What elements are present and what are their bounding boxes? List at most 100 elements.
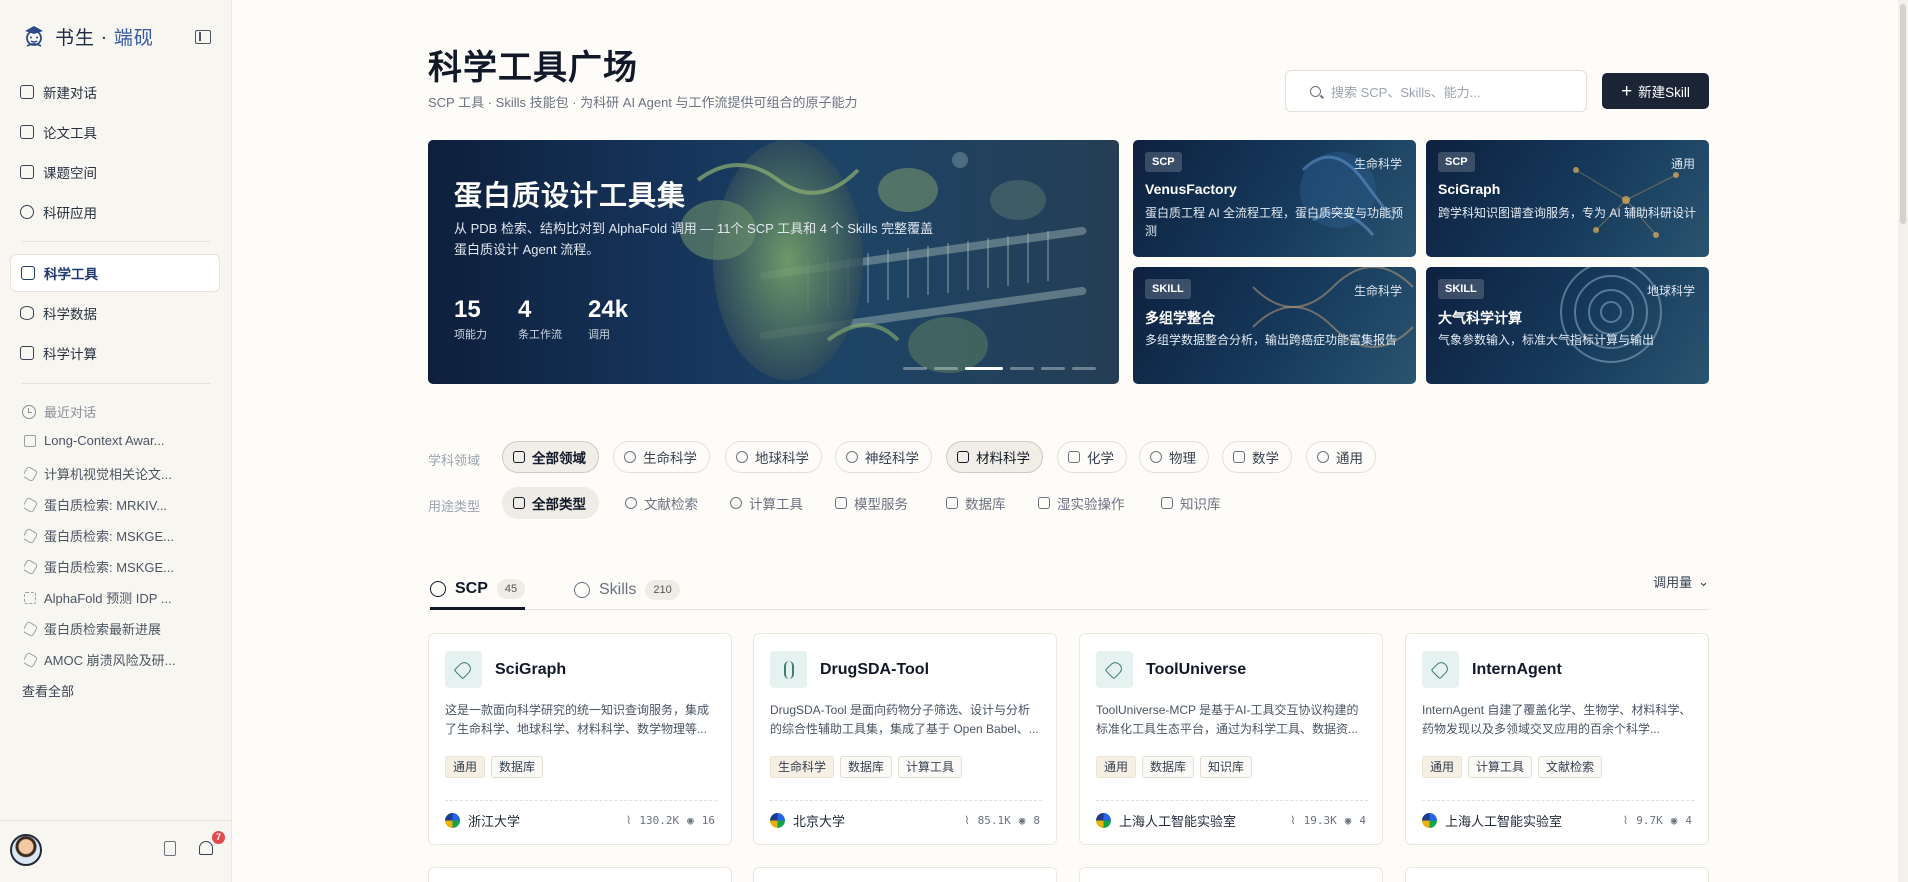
- book-icon: [1161, 497, 1173, 509]
- carousel-dot-active[interactable]: [965, 367, 1003, 370]
- tab-skills[interactable]: Skills 210: [574, 570, 680, 610]
- filter-type-literature[interactable]: 文献检索: [614, 487, 711, 519]
- plus-icon: +: [1621, 80, 1633, 102]
- nav-science-data[interactable]: 科学数据: [10, 294, 220, 332]
- recent-item[interactable]: Long-Context Awar...: [24, 433, 224, 448]
- sidebar: 书生 · 端砚 新建对话 论文工具 课题空间 科研应用 科学工具 科学数据 科学…: [0, 0, 232, 882]
- dna-icon: [624, 451, 636, 463]
- recent-item[interactable]: AMOC 崩溃风险及研...: [24, 650, 224, 669]
- filter-type-all[interactable]: 全部类型: [502, 487, 599, 519]
- recent-item[interactable]: AlphaFold 预测 IDP ...: [24, 588, 224, 607]
- wrench-icon: [574, 582, 590, 598]
- tool-card[interactable]: SciGraph 这是一款面向科学研究的统一知识查询服务，集成了生命科学、地球科…: [428, 633, 732, 845]
- carousel-dot[interactable]: [1010, 367, 1034, 370]
- document-icon[interactable]: [164, 841, 176, 856]
- tool-card-partial[interactable]: [428, 867, 732, 882]
- recent-item[interactable]: 蛋白质检索: MRKIV...: [24, 495, 224, 514]
- filter-domain-earth[interactable]: 地球科学: [725, 441, 822, 473]
- activity-icon: ⌇: [1290, 814, 1296, 827]
- card-tag[interactable]: 数据库: [491, 756, 544, 778]
- tool-card[interactable]: ToolUniverse ToolUniverse-MCP 是基于AI-工具交互…: [1079, 633, 1383, 845]
- see-all-link[interactable]: 查看全部: [22, 681, 74, 700]
- nav-paper-tools[interactable]: 论文工具: [10, 113, 220, 151]
- filter-domain-chemistry[interactable]: 化学: [1057, 441, 1127, 473]
- recent-item[interactable]: 蛋白质检索最新进展: [24, 619, 224, 638]
- featured-card[interactable]: SCP 通用 SciGraph 跨学科知识图谱查询服务，专为 AI 辅助科研设计: [1426, 140, 1709, 257]
- document-icon: [24, 434, 36, 447]
- globe-icon: [736, 451, 748, 463]
- activity-icon: ⌇: [626, 814, 632, 827]
- nav-research-apps[interactable]: 科研应用: [10, 193, 220, 231]
- card-tag[interactable]: 数据库: [1142, 756, 1195, 778]
- tool-card[interactable]: InternAgent InternAgent 自建了覆盖化学、生物学、材料科学…: [1405, 633, 1709, 845]
- filter-type-compute[interactable]: 计算工具: [719, 487, 816, 519]
- card-tag[interactable]: 计算工具: [1468, 756, 1533, 778]
- filter-domain-math[interactable]: 数学: [1222, 441, 1292, 473]
- recent-item[interactable]: 蛋白质检索: MSKGE...: [24, 557, 224, 576]
- tool-card-partial[interactable]: [753, 867, 1057, 882]
- filter-domain-all[interactable]: 全部领域: [502, 441, 599, 473]
- filter-type-model[interactable]: 模型服务: [824, 487, 921, 519]
- nav-science-compute[interactable]: 科学计算: [10, 334, 220, 372]
- card-tag[interactable]: 通用: [445, 756, 486, 778]
- sort-dropdown[interactable]: 调用量 ⌄: [1653, 572, 1709, 591]
- bell-icon[interactable]: [199, 841, 213, 855]
- tool-card-partial[interactable]: [1405, 867, 1709, 882]
- filter-domain-materials[interactable]: 材料科学: [946, 441, 1043, 473]
- card-tag[interactable]: 文献检索: [1538, 756, 1603, 778]
- dashed-square-icon: [24, 591, 36, 604]
- carousel-dot[interactable]: [903, 367, 927, 370]
- featured-card[interactable]: SKILL 地球科学 大气科学计算 气象参数输入，标准大气指标计算与输出: [1426, 267, 1709, 384]
- tool-card-partial[interactable]: [1079, 867, 1383, 882]
- filter-domain-physics[interactable]: 物理: [1139, 441, 1209, 473]
- nav-label: 科学计算: [43, 347, 97, 362]
- tool-card[interactable]: DrugSDA-Tool DrugSDA-Tool 是面向药物分子筛选、设计与分…: [753, 633, 1057, 845]
- recent-item-label: AlphaFold 预测 IDP ...: [44, 591, 172, 606]
- avatar[interactable]: [10, 834, 42, 866]
- card-title: SciGraph: [495, 661, 567, 678]
- chip-label: 物理: [1169, 451, 1196, 466]
- page-subtitle: SCP 工具 · Skills 技能包 · 为科研 AI Agent 与工作流提…: [428, 95, 858, 110]
- filter-type-knowledge[interactable]: 知识库: [1150, 487, 1234, 519]
- type-filter-label: 用途类型: [428, 499, 481, 514]
- featured-description: 多组学数据整合分析，输出跨癌症功能富集报告: [1145, 333, 1398, 347]
- recent-item[interactable]: 计算机视觉相关论文...: [24, 464, 224, 483]
- filter-domain-neuro[interactable]: 神经科学: [835, 441, 932, 473]
- brand[interactable]: 书生 · 端砚: [20, 22, 154, 50]
- recent-item[interactable]: 蛋白质检索: MSKGE...: [24, 526, 224, 545]
- carousel-dot[interactable]: [1072, 367, 1096, 370]
- new-skill-label: 新建Skill: [1638, 85, 1690, 100]
- card-tag[interactable]: 通用: [1422, 756, 1463, 778]
- carousel-dots: [903, 367, 1096, 370]
- filter-type-wetlab[interactable]: 湿实验操作: [1027, 487, 1138, 519]
- scrollbar[interactable]: [1898, 0, 1908, 882]
- new-skill-button[interactable]: + 新建Skill: [1602, 73, 1709, 109]
- filter-type-database[interactable]: 数据库: [935, 487, 1019, 519]
- filter-domain-life[interactable]: 生命科学: [613, 441, 710, 473]
- card-org: 上海人工智能实验室: [1422, 811, 1562, 830]
- tab-label: Skills: [599, 581, 637, 598]
- card-tag[interactable]: 生命科学: [770, 756, 835, 778]
- tab-label: SCP: [455, 579, 488, 597]
- hero-stat: 24k 调用: [588, 296, 628, 342]
- filter-domain-general[interactable]: 通用: [1306, 441, 1376, 473]
- card-tag[interactable]: 通用: [1096, 756, 1137, 778]
- nav-project-space[interactable]: 课题空间: [10, 153, 220, 191]
- card-tag[interactable]: 计算工具: [898, 756, 963, 778]
- carousel-dot[interactable]: [934, 367, 958, 370]
- carousel-dot[interactable]: [1041, 367, 1065, 370]
- card-description: ToolUniverse-MCP 是基于AI-工具交互协议构建的标准化工具生态平…: [1096, 703, 1359, 736]
- featured-card[interactable]: SKILL 生命科学 多组学整合 多组学数据整合分析，输出跨癌症功能富集报告: [1133, 267, 1416, 384]
- card-tag[interactable]: 数据库: [840, 756, 893, 778]
- card-title: InternAgent: [1472, 661, 1562, 678]
- nav-science-tools[interactable]: 科学工具: [10, 254, 220, 292]
- featured-card[interactable]: SCP 生命科学 VenusFactory 蛋白质工程 AI 全流程工程，蛋白质…: [1133, 140, 1416, 257]
- chip-label: 通用: [1336, 451, 1363, 466]
- collapse-sidebar-icon[interactable]: [195, 30, 211, 44]
- hero-banner[interactable]: 蛋白质设计工具集 从 PDB 检索、结构比对到 AlphaFold 调用 — 1…: [428, 140, 1119, 384]
- books-icon: [20, 165, 34, 179]
- search-input[interactable]: 搜索 SCP、Skills、能力...: [1285, 70, 1587, 112]
- tab-scp[interactable]: SCP 45: [430, 570, 526, 610]
- card-tag[interactable]: 知识库: [1200, 756, 1253, 778]
- nav-new-chat[interactable]: 新建对话: [10, 73, 220, 111]
